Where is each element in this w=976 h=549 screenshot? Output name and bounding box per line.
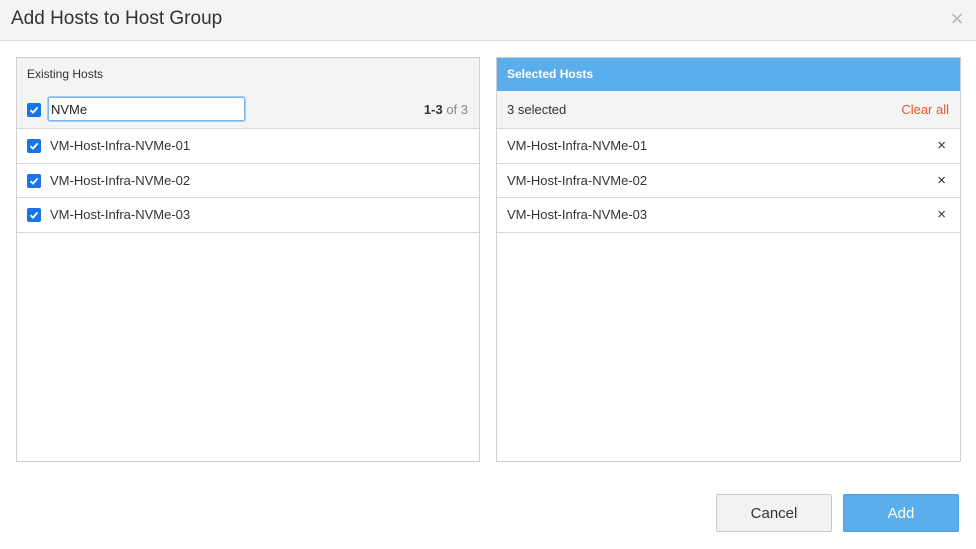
remove-icon[interactable]: × (937, 207, 946, 223)
close-icon[interactable]: × (948, 8, 966, 30)
selected-host-row: VM-Host-Infra-NVMe-02 × (497, 164, 960, 198)
host-name: VM-Host-Infra-NVMe-01 (507, 138, 648, 153)
clear-all-link[interactable]: Clear all (901, 102, 949, 117)
cancel-button[interactable]: Cancel (716, 494, 832, 532)
existing-hosts-header: Existing Hosts (17, 58, 479, 91)
select-all-checkbox[interactable] (27, 103, 41, 117)
checkmark-icon (29, 106, 39, 114)
dialog-header: Add Hosts to Host Group × (0, 0, 976, 41)
selected-hosts-panel: Selected Hosts 3 selected Clear all VM-H… (496, 57, 961, 462)
selected-hosts-header: Selected Hosts (497, 58, 960, 91)
remove-icon[interactable]: × (937, 138, 946, 154)
checkmark-icon (29, 177, 39, 185)
result-range: 1-3 of 3 (423, 102, 468, 117)
remove-icon[interactable]: × (937, 172, 946, 189)
host-checkbox[interactable] (27, 139, 41, 153)
add-button[interactable]: Add (843, 494, 959, 532)
existing-hosts-panel: Existing Hosts 1-3 of 3 VM-Host-Infra-NV… (16, 57, 480, 462)
existing-host-row[interactable]: VM-Host-Infra-NVMe-01 (17, 129, 479, 164)
existing-hosts-toolbar: 1-3 of 3 (17, 91, 479, 129)
selected-host-row: VM-Host-Infra-NVMe-03 × (497, 198, 960, 233)
dialog-title: Add Hosts to Host Group (11, 8, 223, 29)
host-name: VM-Host-Infra-NVMe-03 (50, 207, 191, 222)
checkmark-icon (29, 211, 39, 219)
host-name: VM-Host-Infra-NVMe-01 (50, 138, 191, 153)
selected-host-row: VM-Host-Infra-NVMe-01 × (497, 129, 960, 164)
existing-host-row[interactable]: VM-Host-Infra-NVMe-02 (17, 164, 479, 198)
host-name: VM-Host-Infra-NVMe-02 (50, 172, 191, 188)
host-filter-input[interactable] (47, 96, 246, 122)
selected-count: 3 selected (507, 102, 567, 117)
host-checkbox[interactable] (27, 208, 41, 222)
host-checkbox[interactable] (27, 173, 41, 188)
selected-hosts-toolbar: 3 selected Clear all (497, 91, 960, 129)
host-name: VM-Host-Infra-NVMe-03 (507, 207, 648, 222)
checkmark-icon (29, 142, 39, 150)
host-name: VM-Host-Infra-NVMe-02 (507, 172, 648, 188)
existing-host-row[interactable]: VM-Host-Infra-NVMe-03 (17, 198, 479, 233)
